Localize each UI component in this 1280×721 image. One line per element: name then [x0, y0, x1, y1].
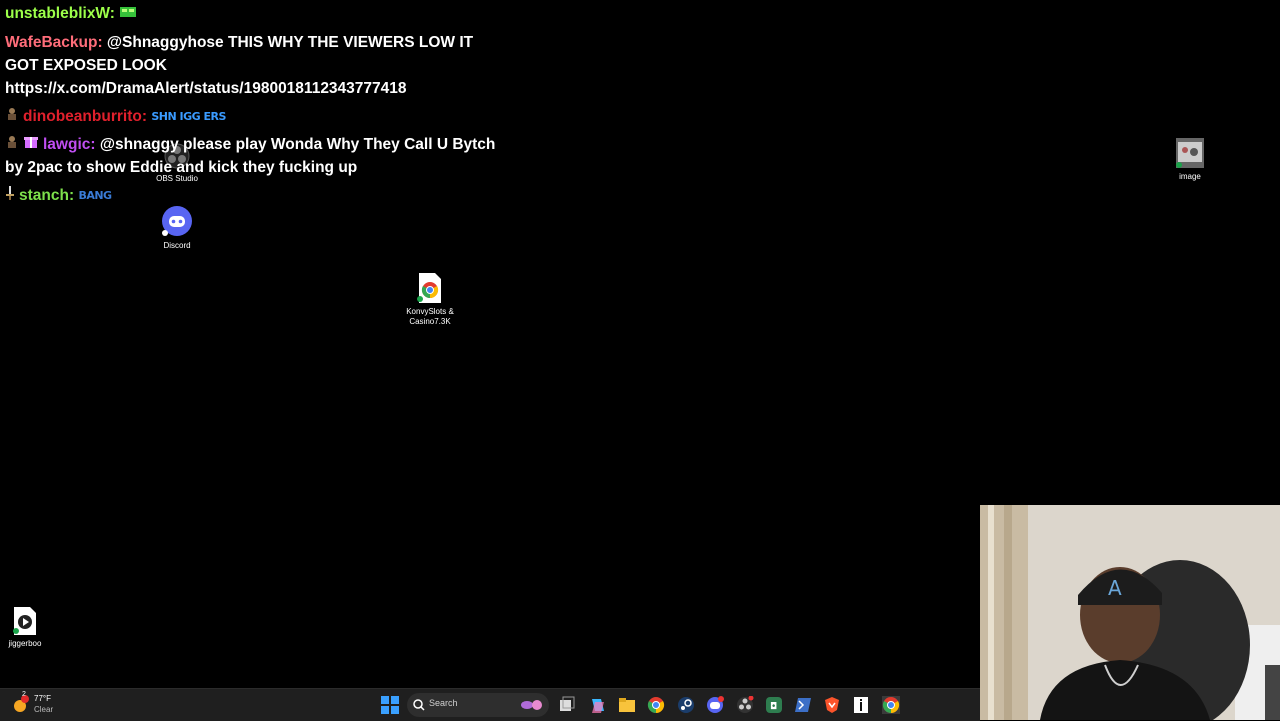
- search-icon: [413, 699, 425, 711]
- desktop-icon-konvyslots[interactable]: KonvySlots & Casino7.3K: [395, 273, 465, 327]
- powershell-icon[interactable]: [794, 696, 812, 714]
- svg-text:A: A: [1108, 576, 1122, 600]
- sword-badge-icon: [5, 184, 15, 207]
- webcam-feed: A: [980, 505, 1280, 720]
- desktop-icon-label: Discord: [163, 241, 191, 250]
- taskbar-search[interactable]: Search: [407, 693, 549, 717]
- steam-icon[interactable]: [677, 696, 695, 714]
- chat-username: dinobeanburrito:: [23, 108, 147, 125]
- task-view-icon[interactable]: [558, 696, 576, 714]
- figure-badge-icon: [5, 105, 19, 128]
- webcam-person-image: A: [980, 505, 1280, 720]
- desktop-icon-image[interactable]: image: [1155, 138, 1225, 182]
- copilot-icon[interactable]: [589, 696, 607, 714]
- chat-message: unstableblixW:: [5, 2, 505, 25]
- chrome-icon[interactable]: [647, 696, 665, 714]
- bang-emote-icon: BANG: [78, 189, 112, 203]
- discord-icon[interactable]: [706, 696, 724, 714]
- chat-message: lawgic: @shnaggy please play Wonda Why T…: [5, 133, 505, 179]
- emote-icon: [119, 2, 137, 25]
- windows-start-icon[interactable]: [381, 696, 399, 714]
- obs-icon[interactable]: [736, 696, 754, 714]
- app-icon[interactable]: ◘: [765, 696, 783, 714]
- image-thumbnail-icon: [1155, 138, 1225, 170]
- shniggers-emote-icon: SHN IGG ERS: [151, 110, 226, 124]
- search-placeholder: Search: [429, 698, 458, 708]
- figure-badge-icon: [5, 133, 19, 156]
- chrome-active-icon[interactable]: [882, 696, 900, 714]
- weather-temp: 77°F: [34, 694, 51, 703]
- discord-icon: [142, 205, 212, 239]
- svg-text:◘: ◘: [770, 702, 777, 712]
- desktop-icon-discord[interactable]: Discord: [142, 205, 212, 251]
- desktop-icon-jiggerboo[interactable]: jiggerboo: [0, 607, 60, 649]
- file-explorer-icon[interactable]: [618, 696, 636, 714]
- chrome-shortcut-icon: [395, 273, 465, 305]
- info-icon[interactable]: [852, 696, 870, 714]
- weather-icon: [14, 695, 29, 712]
- gift-badge-icon: [23, 133, 39, 156]
- taskbar: 2 77°F Clear Search ◘: [0, 688, 980, 721]
- search-highlight-icon: [521, 700, 542, 710]
- chat-username: lawgic:: [43, 136, 96, 153]
- chat-message: stanch: BANG: [5, 184, 505, 207]
- chat-username: unstableblixW:: [5, 5, 115, 22]
- chat-username: stanch:: [19, 187, 75, 204]
- desktop-icon-label: jiggerboo: [8, 639, 42, 648]
- chat-username: WafeBackup:: [5, 34, 103, 51]
- desktop-icon-label: image: [1179, 172, 1201, 181]
- video-file-icon: [0, 607, 60, 637]
- notification-count: 2: [22, 691, 26, 698]
- chat-message: WafeBackup: @Shnaggyhose THIS WHY THE VI…: [5, 31, 505, 100]
- chat-message: dinobeanburrito: SHN IGG ERS: [5, 105, 505, 128]
- weather-widget[interactable]: 2 77°F Clear: [12, 691, 72, 717]
- weather-condition: Clear: [34, 705, 54, 714]
- brave-icon[interactable]: [823, 696, 841, 714]
- desktop-icon-label: KonvySlots & Casino7.3K: [406, 307, 454, 326]
